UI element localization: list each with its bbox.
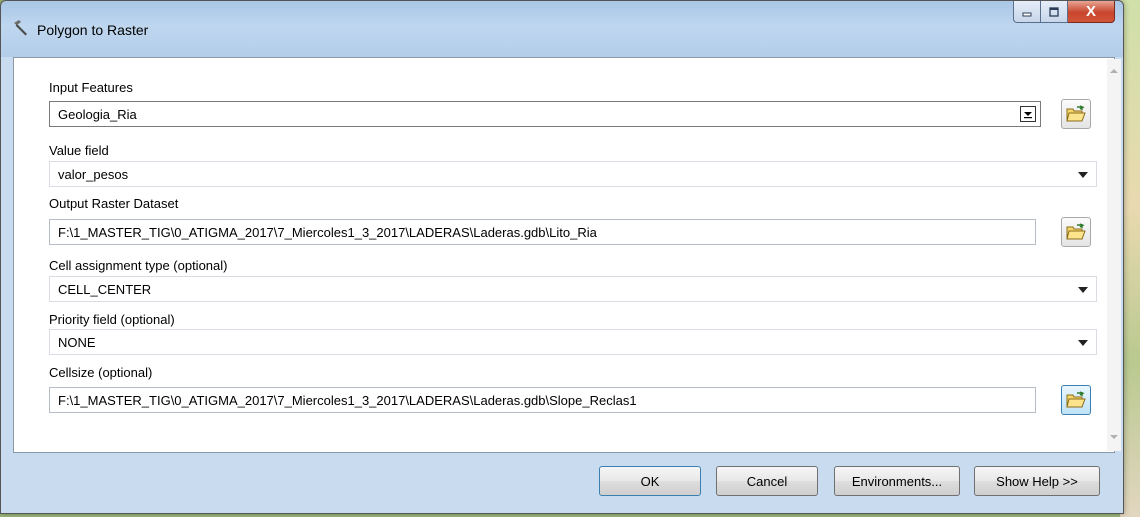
priority-field-label: Priority field (optional) xyxy=(49,312,175,327)
chevron-down-icon xyxy=(1024,112,1032,119)
output-raster-label: Output Raster Dataset xyxy=(49,196,179,211)
priority-field-value: NONE xyxy=(58,334,96,350)
cancel-button[interactable]: Cancel xyxy=(716,466,818,496)
cellsize-browse-button[interactable] xyxy=(1061,385,1091,415)
chevron-down-icon xyxy=(1078,287,1088,293)
close-button[interactable]: X xyxy=(1068,1,1115,23)
dialog-window: Polygon to Raster X Input Features Geolo… xyxy=(0,0,1124,514)
maximize-icon xyxy=(1049,6,1059,17)
input-features-combo[interactable]: Geologia_Ria xyxy=(49,101,1041,127)
hammer-icon xyxy=(14,20,27,36)
scroll-up-icon[interactable] xyxy=(1110,69,1118,73)
cell-assignment-value: CELL_CENTER xyxy=(58,281,152,297)
ok-button[interactable]: OK xyxy=(599,466,701,496)
chevron-down-icon xyxy=(1078,340,1088,346)
cellsize-input[interactable]: F:\1_MASTER_TIG\0_ATIGMA_2017\7_Miercole… xyxy=(49,387,1036,413)
cell-assignment-label: Cell assignment type (optional) xyxy=(49,258,228,273)
parameters-panel: Input Features Geologia_Ria Value field … xyxy=(13,57,1121,453)
output-raster-value: F:\1_MASTER_TIG\0_ATIGMA_2017\7_Miercole… xyxy=(58,224,597,240)
folder-open-icon xyxy=(1066,105,1086,122)
input-features-browse-button[interactable] xyxy=(1061,99,1091,129)
folder-open-icon xyxy=(1066,391,1086,408)
output-raster-input[interactable]: F:\1_MASTER_TIG\0_ATIGMA_2017\7_Miercole… xyxy=(49,219,1036,245)
minimize-button[interactable] xyxy=(1013,1,1041,23)
maximize-button[interactable] xyxy=(1041,1,1068,23)
show-help-button[interactable]: Show Help >> xyxy=(974,466,1100,496)
cell-assignment-select[interactable]: CELL_CENTER xyxy=(49,276,1097,302)
scroll-down-icon[interactable] xyxy=(1110,435,1118,439)
folder-open-icon xyxy=(1066,223,1086,240)
title-bar[interactable]: Polygon to Raster X xyxy=(1,1,1123,57)
input-features-value: Geologia_Ria xyxy=(58,106,137,122)
input-features-dropdown-button[interactable] xyxy=(1020,106,1036,122)
input-features-label: Input Features xyxy=(49,80,133,95)
close-icon: X xyxy=(1085,3,1096,20)
value-field-value: valor_pesos xyxy=(58,166,129,182)
cellsize-value: F:\1_MASTER_TIG\0_ATIGMA_2017\7_Miercole… xyxy=(58,392,637,408)
cellsize-label: Cellsize (optional) xyxy=(49,365,153,380)
vertical-scrollbar[interactable] xyxy=(1107,59,1121,451)
priority-field-select[interactable]: NONE xyxy=(49,329,1097,355)
value-field-select[interactable]: valor_pesos xyxy=(49,161,1097,187)
window-title: Polygon to Raster xyxy=(37,22,149,38)
minimize-icon xyxy=(1022,12,1032,16)
chevron-down-icon xyxy=(1078,172,1088,178)
output-raster-browse-button[interactable] xyxy=(1061,217,1091,247)
value-field-label: Value field xyxy=(49,143,109,158)
window-controls: X xyxy=(1013,1,1115,23)
environments-button[interactable]: Environments... xyxy=(834,466,960,496)
